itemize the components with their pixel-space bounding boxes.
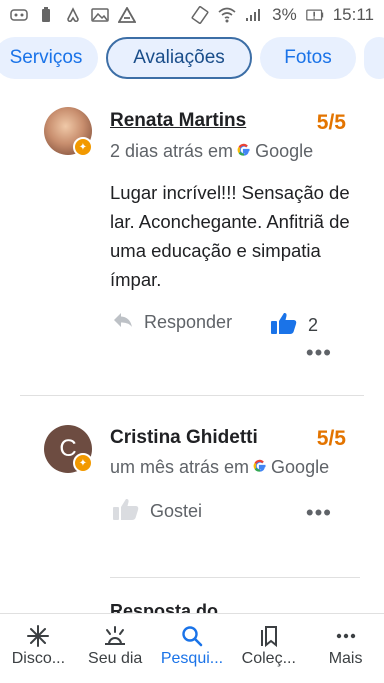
search-icon (180, 622, 204, 650)
signal-icon (245, 7, 263, 23)
more-dots-icon (334, 622, 358, 650)
nav-label: Coleç... (241, 650, 296, 667)
sunrise-icon (102, 622, 128, 650)
tab-bar: Serviços Avaliações Fotos (0, 36, 384, 80)
status-bar: 3% 15:11 (0, 0, 384, 30)
review-source: Google (255, 141, 314, 161)
nav-more[interactable]: Mais (311, 622, 381, 668)
wifi-icon (218, 7, 236, 23)
nav-label: Seu dia (88, 650, 143, 667)
review-score: 5/5 (316, 111, 346, 134)
review-meta: 2 dias atrás em Google (110, 141, 313, 162)
nav-search[interactable]: Pesqui... (157, 622, 227, 668)
review-date: 2 dias atrás em (110, 141, 234, 161)
battery-icon (305, 7, 324, 23)
like-count: 2 (308, 315, 319, 335)
tab-servicos[interactable]: Serviços (0, 37, 98, 79)
app-icon (118, 7, 136, 23)
nav-label: Pesqui... (160, 650, 224, 667)
reply-button[interactable]: Responder (112, 311, 232, 334)
nav-label: Disco... (11, 650, 66, 667)
like-label: Gostei (150, 501, 203, 521)
google-g-icon (253, 457, 267, 478)
review-meta: um mês atrás em Google (110, 457, 329, 478)
clock: 15:11 (332, 5, 374, 24)
asterisk-icon (26, 622, 50, 650)
bottom-navigation: Disco... Seu dia Pesqui... Coleç... Mais (0, 613, 384, 683)
tab-fotos[interactable]: Fotos (260, 37, 356, 79)
nav-collections[interactable]: Coleç... (234, 622, 304, 668)
rotate-icon (191, 6, 209, 24)
bookmarks-icon (257, 622, 281, 650)
review-source: Google (271, 457, 330, 477)
tab-more-partial[interactable] (364, 37, 384, 79)
review-date: um mês atrás em (110, 457, 250, 477)
reviewer-name[interactable]: Renata Martins (110, 110, 246, 132)
more-options-icon[interactable]: ••• (306, 500, 332, 526)
like-button[interactable]: 2 (270, 311, 318, 340)
battery-percent: 3% (272, 5, 297, 24)
airbnb-icon (64, 7, 82, 23)
reply-label: Responder (144, 312, 233, 332)
review-text: Lugar incrível!!! Sensação de lar. Aconc… (110, 182, 350, 290)
google-g-icon (237, 141, 251, 162)
local-guide-badge-icon: ✦ (73, 453, 93, 473)
more-options-icon[interactable]: ••• (306, 340, 332, 366)
review-score: 5/5 (316, 427, 346, 450)
local-guide-badge-icon: ✦ (73, 137, 93, 157)
thumbs-up-icon (270, 311, 298, 340)
battery-alert-icon (37, 7, 55, 23)
divider (110, 577, 360, 578)
nav-discover[interactable]: Disco... (3, 622, 73, 668)
tab-avaliacoes[interactable]: Avaliações (106, 37, 252, 79)
divider (20, 395, 364, 396)
nav-label: Mais (328, 650, 363, 667)
thumbs-up-icon (112, 497, 140, 526)
reviewer-name[interactable]: Cristina Ghidetti (110, 427, 258, 449)
image-icon (91, 7, 109, 23)
like-button[interactable]: Gostei (112, 497, 202, 526)
voicemail-icon (10, 7, 28, 23)
reply-icon (112, 311, 134, 334)
nav-your-day[interactable]: Seu dia (80, 622, 150, 668)
